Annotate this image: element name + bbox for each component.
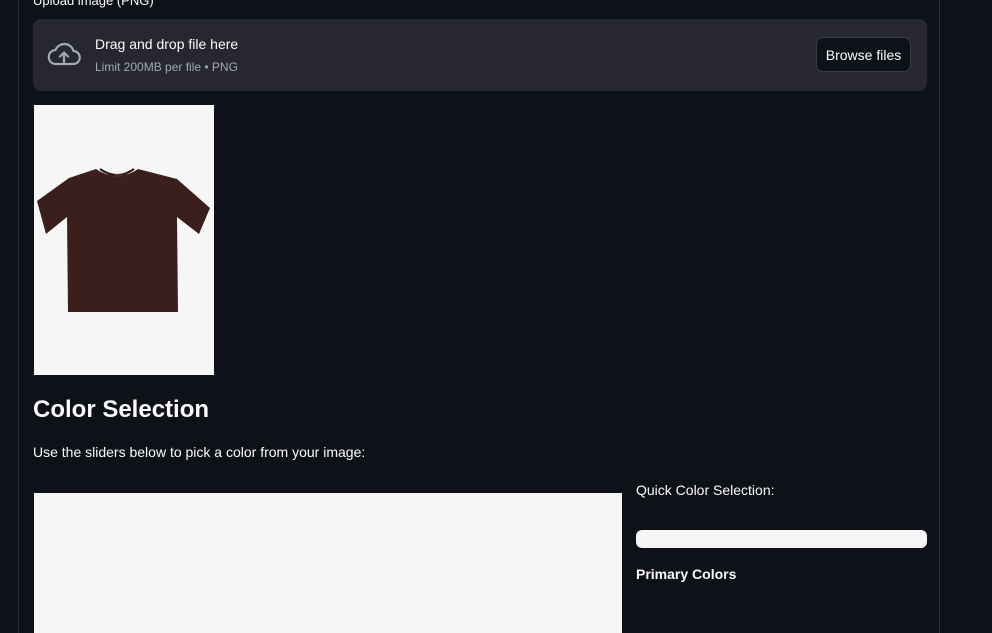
file-dropzone[interactable]: Drag and drop file here Limit 200MB per … bbox=[33, 19, 927, 91]
dropzone-limit-text: Limit 200MB per file • PNG bbox=[95, 60, 238, 74]
color-selection-title: Color Selection bbox=[33, 396, 210, 423]
tshirt-image bbox=[37, 168, 210, 312]
cloud-upload-icon bbox=[47, 41, 81, 67]
dropzone-title: Drag and drop file here bbox=[95, 36, 239, 52]
right-divider bbox=[939, 0, 940, 633]
color-picker-canvas[interactable] bbox=[34, 493, 622, 633]
color-selection-description: Use the sliders below to pick a color fr… bbox=[33, 444, 366, 460]
upload-label: Upload image (PNG) bbox=[33, 0, 154, 8]
quick-color-label: Quick Color Selection: bbox=[636, 482, 775, 498]
quick-color-swatch[interactable] bbox=[636, 530, 927, 548]
primary-colors-label: Primary Colors bbox=[636, 566, 737, 582]
uploaded-image-preview bbox=[34, 105, 214, 375]
left-divider bbox=[18, 0, 19, 633]
browse-files-button[interactable]: Browse files bbox=[816, 37, 911, 72]
